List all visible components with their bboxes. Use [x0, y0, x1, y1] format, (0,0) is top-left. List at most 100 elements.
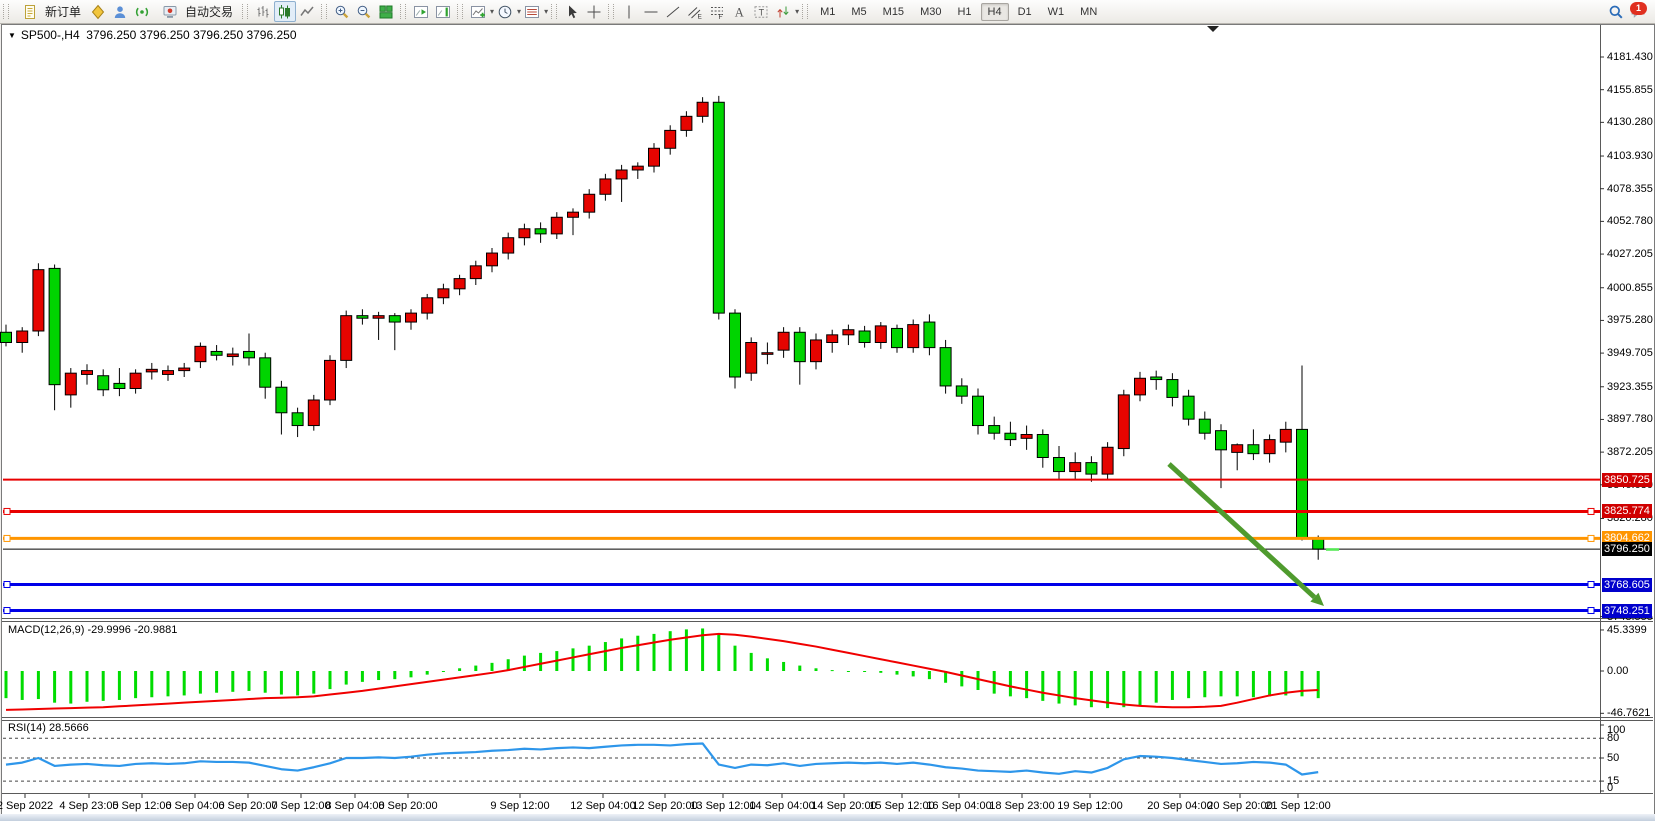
candle-bullish[interactable] — [179, 368, 190, 371]
candlestick-chart-icon[interactable] — [274, 1, 296, 22]
vertical-line-icon[interactable] — [618, 1, 640, 22]
candle-bearish[interactable] — [892, 328, 903, 347]
candle-bearish[interactable] — [49, 268, 60, 384]
candle-bullish[interactable] — [665, 130, 676, 148]
candle-bearish[interactable] — [1167, 380, 1178, 398]
candle-bullish[interactable] — [438, 289, 449, 298]
line-handle[interactable] — [4, 535, 10, 541]
candle-bullish[interactable] — [778, 332, 789, 350]
chart-canvas[interactable] — [0, 0, 1655, 821]
candle-bearish[interactable] — [794, 332, 805, 361]
candle-bullish[interactable] — [487, 253, 498, 266]
period-icon[interactable] — [494, 1, 516, 22]
timeframe-button-h4[interactable]: H4 — [981, 3, 1009, 21]
candle-bullish[interactable] — [17, 331, 28, 343]
candle-bearish[interactable] — [276, 387, 287, 413]
candle-bullish[interactable] — [600, 179, 611, 194]
timeframe-button-m1[interactable]: M1 — [813, 3, 842, 21]
candle-bullish[interactable] — [746, 342, 757, 373]
dropdown-caret-icon[interactable]: ▾ — [544, 7, 548, 16]
candle-bullish[interactable] — [406, 313, 417, 322]
candle-bearish[interactable] — [1183, 396, 1194, 419]
dropdown-caret-icon[interactable]: ▾ — [795, 7, 799, 16]
candle-bearish[interactable] — [211, 351, 222, 355]
candle-bearish[interactable] — [98, 376, 109, 390]
candle-bullish[interactable] — [843, 330, 854, 335]
indicators-icon[interactable] — [467, 1, 489, 22]
trendline-icon[interactable] — [662, 1, 684, 22]
line-chart-icon[interactable] — [296, 1, 318, 22]
candle-bullish[interactable] — [1070, 463, 1081, 472]
candle-bearish[interactable] — [114, 383, 125, 388]
auto-scroll-icon[interactable] — [410, 1, 432, 22]
candle-bearish[interactable] — [1199, 419, 1210, 433]
candle-bearish[interactable] — [260, 358, 271, 387]
candle-bearish[interactable] — [292, 413, 303, 426]
candle-bullish[interactable] — [146, 369, 157, 372]
text-icon[interactable]: A — [728, 1, 750, 22]
candle-bullish[interactable] — [1264, 440, 1275, 454]
candle-bullish[interactable] — [163, 371, 174, 375]
line-handle[interactable] — [4, 582, 10, 588]
candle-bullish[interactable] — [1118, 395, 1129, 449]
candle-bearish[interactable] — [1, 332, 12, 342]
zoom-out-icon[interactable] — [353, 1, 375, 22]
candle-bearish[interactable] — [1005, 433, 1016, 439]
timeframe-button-d1[interactable]: D1 — [1011, 3, 1039, 21]
candle-bearish[interactable] — [940, 348, 951, 386]
candle-bearish[interactable] — [989, 426, 1000, 434]
fibonacci-icon[interactable]: F — [706, 1, 728, 22]
candle-bullish[interactable] — [1280, 429, 1291, 442]
arrow-annotation[interactable] — [1169, 464, 1314, 597]
candle-bearish[interactable] — [956, 386, 967, 396]
new-chart-icon[interactable] — [87, 1, 109, 22]
candle-bearish[interactable] — [713, 102, 724, 313]
objects-icon[interactable] — [521, 1, 543, 22]
candle-bullish[interactable] — [616, 170, 627, 179]
profile-icon[interactable] — [109, 1, 131, 22]
chart-shift-marker-icon[interactable] — [1207, 26, 1219, 32]
candle-bullish[interactable] — [697, 102, 708, 116]
candle-bullish[interactable] — [908, 325, 919, 348]
new-order-button[interactable]: 新订单 — [13, 0, 87, 23]
candle-bullish[interactable] — [649, 148, 660, 166]
autotrading-button[interactable]: 自动交易 — [153, 0, 239, 23]
candle-bullish[interactable] — [227, 354, 238, 357]
line-handle[interactable] — [4, 508, 10, 514]
search-icon[interactable] — [1605, 1, 1627, 22]
horizontal-line-icon[interactable] — [640, 1, 662, 22]
candle-bullish[interactable] — [503, 238, 514, 253]
cursor-icon[interactable] — [561, 1, 583, 22]
candle-bullish[interactable] — [1021, 434, 1032, 438]
candle-bearish[interactable] — [389, 316, 400, 322]
candle-bearish[interactable] — [859, 331, 870, 343]
timeframe-button-m15[interactable]: M15 — [876, 3, 911, 21]
candle-bearish[interactable] — [924, 322, 935, 348]
line-handle[interactable] — [1588, 508, 1594, 514]
candle-bearish[interactable] — [1297, 429, 1308, 538]
candle-bullish[interactable] — [584, 194, 595, 212]
signal-icon[interactable] — [131, 1, 153, 22]
candle-bullish[interactable] — [762, 353, 773, 355]
candle-bullish[interactable] — [519, 229, 530, 238]
line-handle[interactable] — [1588, 582, 1594, 588]
candle-bearish[interactable] — [973, 396, 984, 425]
candle-bearish[interactable] — [1216, 431, 1227, 450]
candle-bullish[interactable] — [551, 217, 562, 234]
candle-bullish[interactable] — [82, 371, 93, 375]
timeframe-button-mn[interactable]: MN — [1073, 3, 1104, 21]
candle-bearish[interactable] — [1037, 434, 1048, 457]
zoom-in-icon[interactable] — [331, 1, 353, 22]
candle-bullish[interactable] — [1232, 445, 1243, 453]
candle-bullish[interactable] — [632, 166, 643, 170]
bar-chart-icon[interactable] — [252, 1, 274, 22]
candle-bullish[interactable] — [1102, 447, 1113, 474]
candle-bullish[interactable] — [308, 400, 319, 426]
arrows-icon[interactable] — [772, 1, 794, 22]
candle-bullish[interactable] — [811, 340, 822, 362]
candle-bullish[interactable] — [875, 326, 886, 343]
candle-bullish[interactable] — [422, 298, 433, 313]
timeframe-button-w1[interactable]: W1 — [1041, 3, 1072, 21]
candle-bullish[interactable] — [341, 316, 352, 361]
candle-bearish[interactable] — [730, 313, 741, 377]
